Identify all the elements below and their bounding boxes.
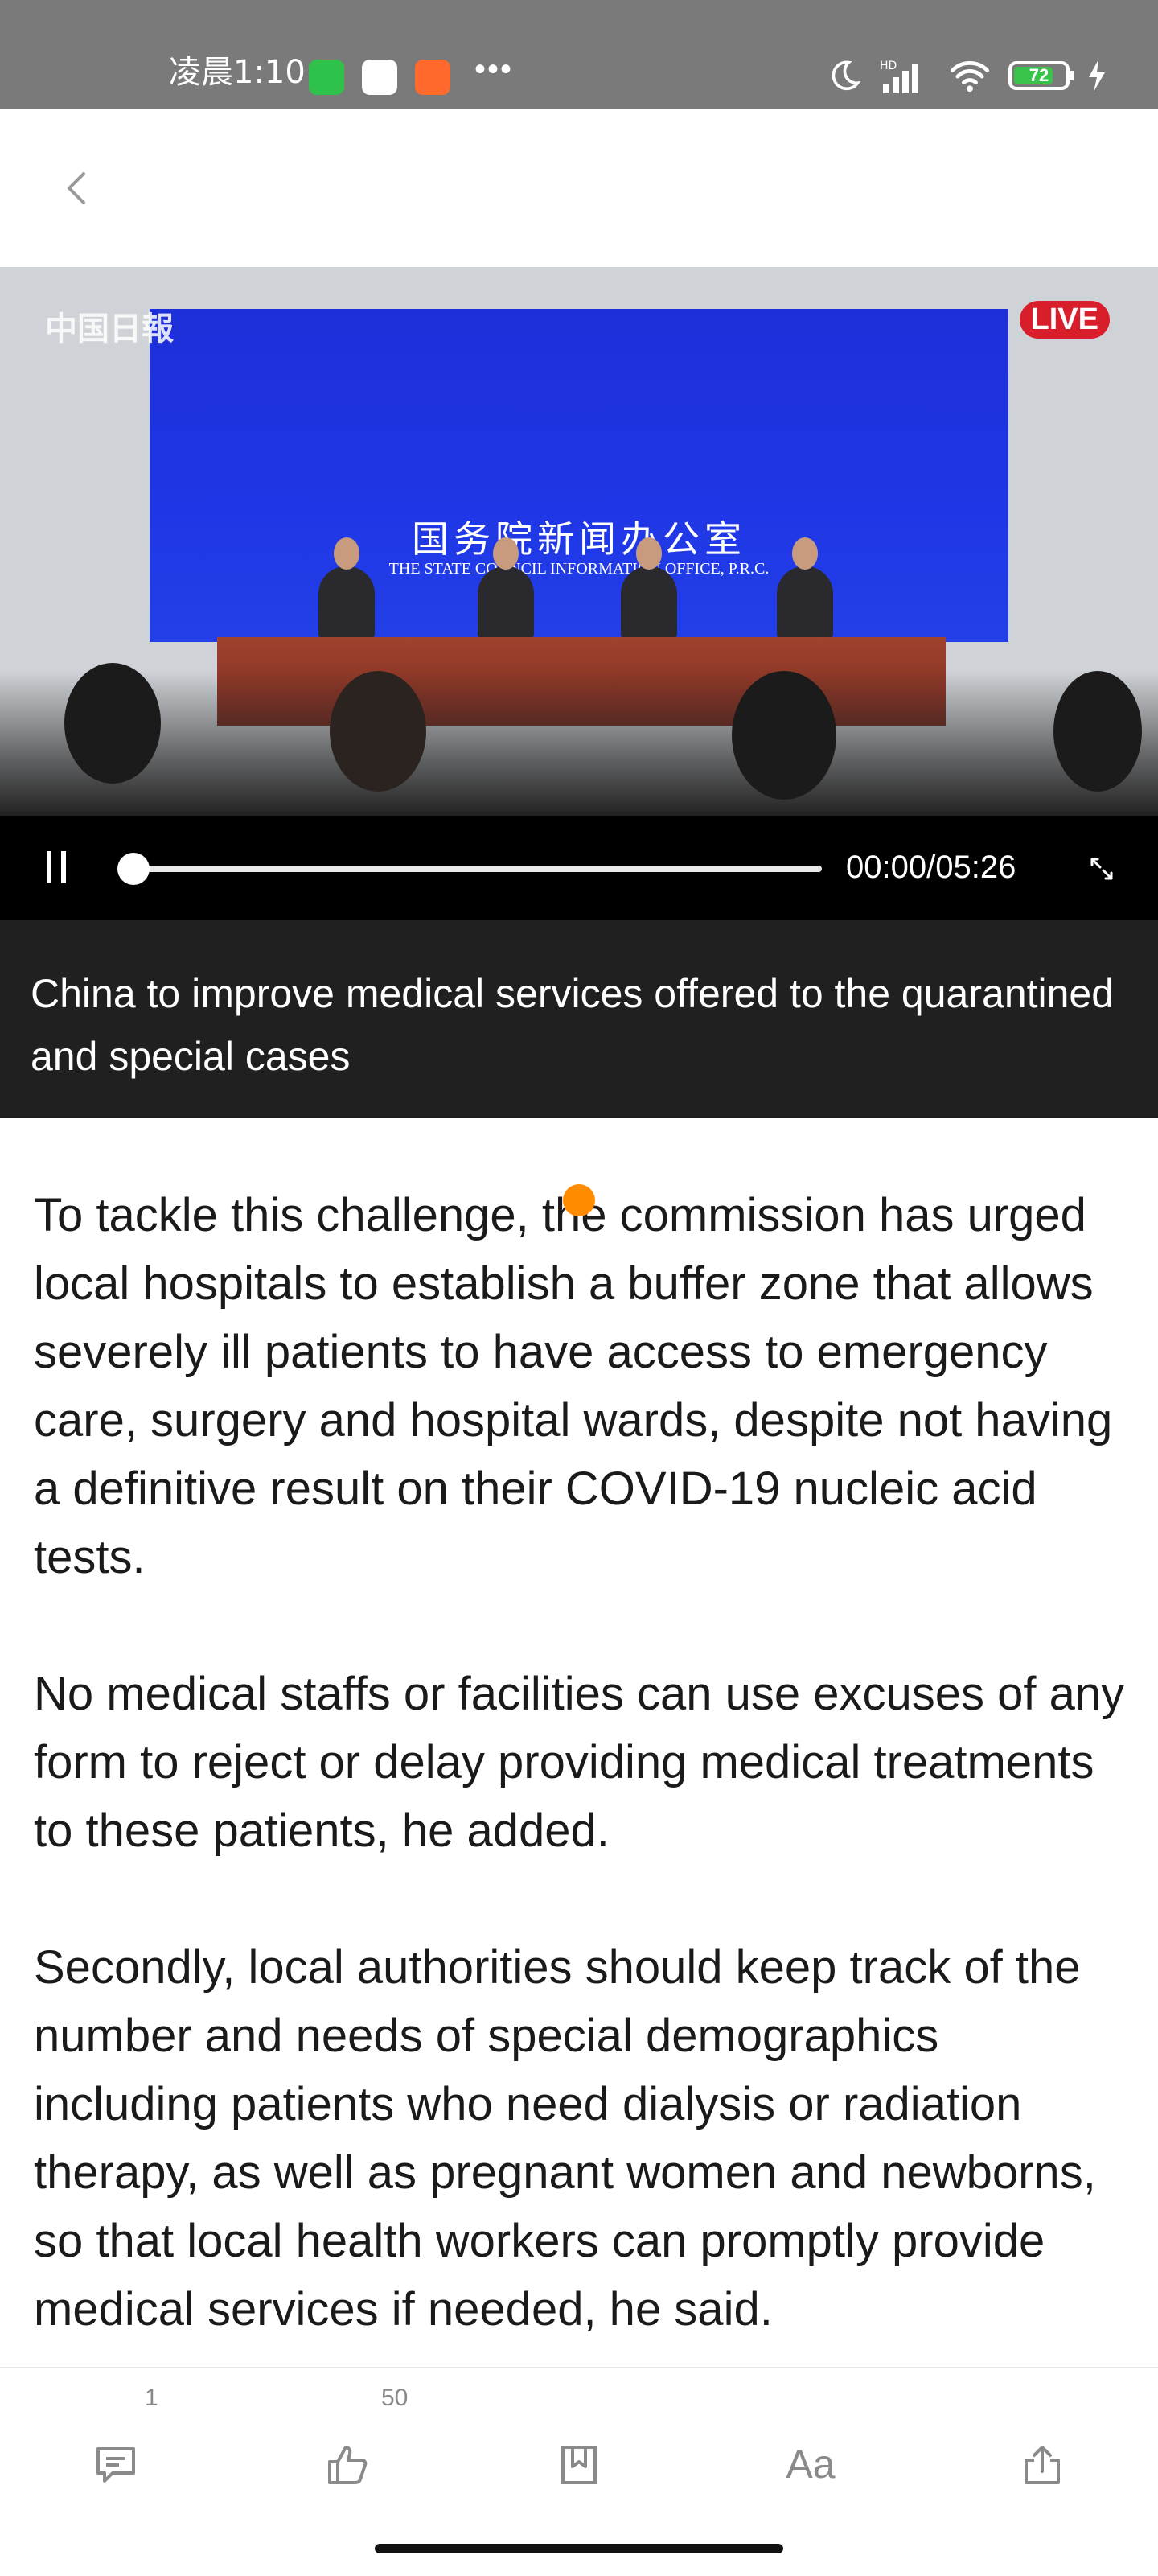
font-size-label: Aa bbox=[786, 2442, 836, 2487]
reading-marker[interactable] bbox=[563, 1184, 595, 1216]
share-icon bbox=[1025, 2446, 1060, 2484]
article-body: To tackle this challenge, the commission… bbox=[34, 1181, 1127, 2412]
like-button[interactable] bbox=[307, 2425, 388, 2505]
share-button[interactable] bbox=[1002, 2425, 1082, 2505]
like-count: 50 bbox=[381, 2385, 409, 2411]
speaker-figure bbox=[478, 537, 534, 639]
charging-icon bbox=[1089, 60, 1105, 92]
status-time: 凌晨1:10 bbox=[169, 54, 306, 91]
status-indicators: HD 72 bbox=[827, 55, 1107, 97]
audience-head bbox=[330, 671, 426, 792]
more-notifications-icon: ••• bbox=[474, 51, 514, 87]
comment-button[interactable] bbox=[76, 2425, 156, 2505]
audience-head bbox=[1053, 671, 1142, 792]
comment-count: 1 bbox=[145, 2385, 158, 2411]
battery-level: 72 bbox=[1029, 65, 1049, 85]
stage-title-cn: 国务院新闻办公室 bbox=[412, 517, 746, 561]
audience-head bbox=[64, 663, 161, 784]
font-size-button[interactable]: Aa bbox=[770, 2425, 851, 2505]
pause-button[interactable] bbox=[47, 851, 69, 883]
stage-title-en: THE STATE COUNCIL INFORMATION OFFICE, P.… bbox=[388, 560, 770, 578]
speaker-figure bbox=[621, 537, 677, 639]
speaker-figure bbox=[777, 537, 833, 639]
article-paragraph: To tackle this challenge, the commission… bbox=[34, 1189, 1113, 1583]
china-daily-watermark: 中国日報 bbox=[45, 311, 174, 348]
home-indicator[interactable] bbox=[375, 2544, 783, 2553]
browser-icon bbox=[362, 60, 397, 95]
bookmark-icon bbox=[561, 2446, 597, 2484]
fullscreen-icon[interactable] bbox=[1087, 854, 1116, 883]
player-controls: 00:00/05:26 bbox=[0, 816, 1158, 920]
bookmark-button[interactable] bbox=[539, 2425, 619, 2505]
video-time: 00:00/05:26 bbox=[846, 850, 1016, 885]
speaker-figure bbox=[318, 537, 375, 639]
article-paragraph: No medical staffs or facilities can use … bbox=[34, 1668, 1125, 1857]
progress-track[interactable] bbox=[135, 866, 822, 872]
comment-icon bbox=[96, 2447, 135, 2483]
signal-icon: HD bbox=[880, 60, 918, 93]
audience-silhouettes bbox=[0, 671, 1158, 816]
mi-app-icon bbox=[415, 60, 450, 95]
chevron-left-icon bbox=[68, 172, 85, 204]
status-bar: 凌晨1:10 ••• HD 72 bbox=[0, 0, 1158, 109]
network-type-label: HD bbox=[880, 60, 897, 72]
back-button[interactable] bbox=[47, 156, 111, 220]
live-badge: LIVE bbox=[1019, 301, 1110, 339]
moon-icon bbox=[832, 60, 861, 91]
wifi-icon bbox=[950, 61, 990, 93]
progress-scrubber[interactable] bbox=[117, 853, 150, 885]
top-header bbox=[0, 109, 1158, 267]
article-paragraph: Secondly, local authorities should keep … bbox=[34, 1941, 1096, 2335]
video-frame-backdrop: 国务院新闻办公室 THE STATE COUNCIL INFORMATION O… bbox=[150, 309, 1008, 642]
battery-icon: 72 bbox=[1008, 61, 1074, 90]
wechat-icon bbox=[309, 60, 344, 95]
audience-head bbox=[732, 671, 836, 800]
video-player[interactable]: 国务院新闻办公室 THE STATE COUNCIL INFORMATION O… bbox=[0, 267, 1158, 816]
thumbs-up-icon bbox=[328, 2446, 368, 2484]
video-caption: China to improve medical services offere… bbox=[0, 920, 1158, 1118]
